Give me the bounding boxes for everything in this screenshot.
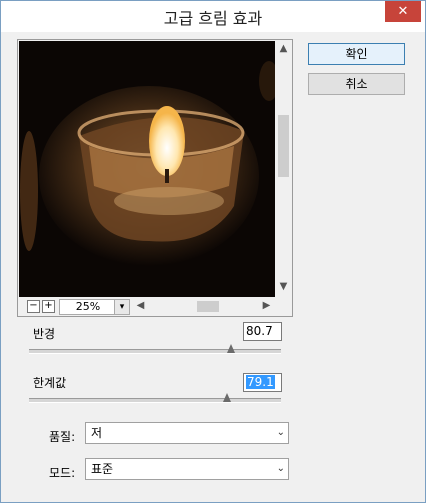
scroll-down-icon[interactable]: ▼ — [276, 281, 291, 292]
preview-panel: ▲ ▼ − + 25% ▾ ◀ ▶ — [17, 39, 293, 317]
radius-slider-thumb[interactable] — [227, 344, 235, 353]
zoom-in-button[interactable]: + — [42, 300, 55, 313]
zoom-out-button[interactable]: − — [27, 300, 40, 313]
scroll-up-icon[interactable]: ▲ — [276, 43, 291, 54]
radius-label: 반경 — [33, 327, 56, 341]
horizontal-scroll-thumb[interactable] — [197, 301, 219, 312]
mode-select[interactable]: 표준 ⌄ — [85, 458, 289, 480]
preview-zoom-bar: − + 25% ▾ ◀ ▶ — [19, 298, 291, 315]
chevron-down-icon: ▾ — [119, 302, 125, 312]
zoom-level-field[interactable]: 25% — [59, 299, 117, 315]
chevron-down-icon: ⌄ — [276, 427, 285, 438]
quality-select[interactable]: 저 ⌄ — [85, 422, 289, 444]
threshold-slider-track[interactable] — [29, 398, 281, 403]
dialog-title: 고급 흐림 효과 — [163, 9, 263, 28]
ok-button[interactable]: 확인 — [308, 43, 405, 65]
scroll-right-icon[interactable]: ▶ — [259, 300, 274, 311]
scroll-left-icon[interactable]: ◀ — [133, 300, 148, 311]
preview-image[interactable] — [19, 41, 275, 297]
candle-preview-image — [19, 41, 275, 297]
threshold-label: 한계값 — [33, 376, 67, 390]
zoom-dropdown-button[interactable]: ▾ — [114, 299, 130, 315]
threshold-input[interactable]: 79.1 — [243, 373, 282, 392]
chevron-down-icon: ⌄ — [276, 463, 285, 474]
quality-label: 품질: — [49, 430, 76, 444]
preview-vertical-scrollbar[interactable]: ▲ ▼ — [276, 41, 291, 297]
close-button[interactable]: ✕ — [385, 1, 421, 22]
vertical-scroll-thumb[interactable] — [278, 115, 289, 177]
threshold-slider-thumb[interactable] — [223, 393, 231, 402]
mode-selected-value: 표준 — [91, 462, 114, 476]
quality-selected-value: 저 — [91, 426, 103, 440]
preview-horizontal-scrollbar[interactable]: ◀ ▶ — [133, 299, 275, 314]
minus-icon: − — [29, 300, 38, 311]
radius-input[interactable]: 80.7 — [243, 322, 282, 341]
smart-blur-dialog: 고급 흐림 효과 ✕ ▲ ▼ − + 25% ▾ ◀ ▶ 확인 취소 반경 80… — [0, 0, 426, 503]
close-icon: ✕ — [397, 4, 409, 19]
title-bar[interactable]: 고급 흐림 효과 ✕ — [1, 1, 425, 32]
threshold-selected-text: 79.1 — [246, 375, 275, 389]
mode-label: 모드: — [49, 466, 76, 480]
plus-icon: + — [44, 300, 53, 311]
cancel-button[interactable]: 취소 — [308, 73, 405, 95]
radius-slider-track[interactable] — [29, 349, 281, 354]
